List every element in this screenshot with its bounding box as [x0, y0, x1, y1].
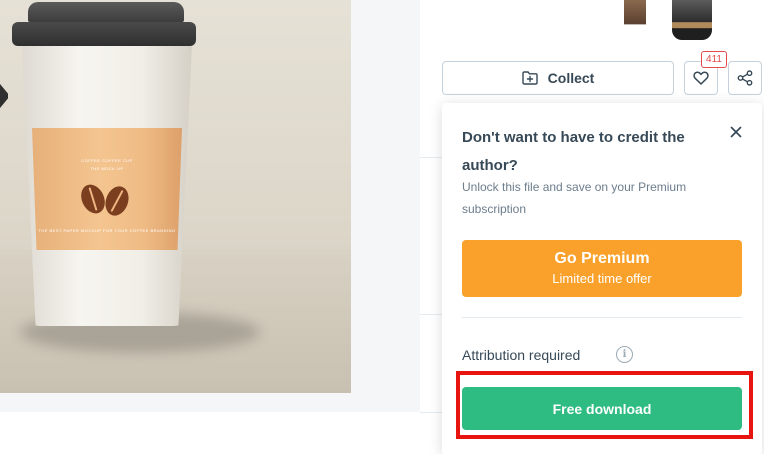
share-icon: [737, 70, 753, 86]
folder-plus-icon: [521, 71, 538, 85]
popup-divider: [462, 317, 742, 318]
collect-button[interactable]: Collect: [442, 61, 674, 95]
popup-subtitle: Unlock this file and save on your Premiu…: [462, 180, 687, 216]
related-thumbnail[interactable]: [672, 0, 712, 40]
go-premium-label: Go Premium: [554, 250, 650, 267]
close-icon: [730, 126, 742, 138]
popup-title: Don't want to have to credit the author?: [462, 129, 685, 174]
related-thumbnail[interactable]: [624, 0, 646, 40]
info-icon[interactable]: i: [616, 346, 633, 363]
free-download-button[interactable]: Free download: [462, 387, 742, 430]
share-button[interactable]: [728, 61, 762, 95]
limited-offer-label: Limited time offer: [552, 271, 652, 286]
go-premium-button[interactable]: Go Premium Limited time offer: [462, 240, 742, 297]
sleeve-subtitle: THE MOCK UP: [90, 166, 124, 171]
free-download-label: Free download: [552, 400, 652, 417]
page: COFFEE COFFEE CUP THE MOCK UP THE BEST P…: [0, 0, 764, 454]
coffee-bean-icon: [76, 180, 110, 218]
coffee-bean-icon: [101, 183, 133, 219]
cup-lid-top: [28, 2, 184, 22]
cup-lid-rim: [12, 22, 196, 46]
preview-edge-object: [0, 84, 8, 108]
collect-label: Collect: [547, 70, 595, 86]
attribution-label: Attribution required: [462, 347, 581, 363]
sleeve-title: COFFEE COFFEE CUP: [81, 158, 133, 163]
like-count-badge: 411: [701, 51, 727, 68]
heart-icon: [693, 71, 709, 85]
sleeve-body: THE BEST PAPER MOCKUP FOR YOUR COFFEE BR…: [38, 228, 176, 233]
close-button[interactable]: [725, 121, 747, 143]
cup-sleeve: COFFEE COFFEE CUP THE MOCK UP THE BEST P…: [32, 128, 182, 250]
preview-image[interactable]: COFFEE COFFEE CUP THE MOCK UP THE BEST P…: [0, 0, 351, 393]
